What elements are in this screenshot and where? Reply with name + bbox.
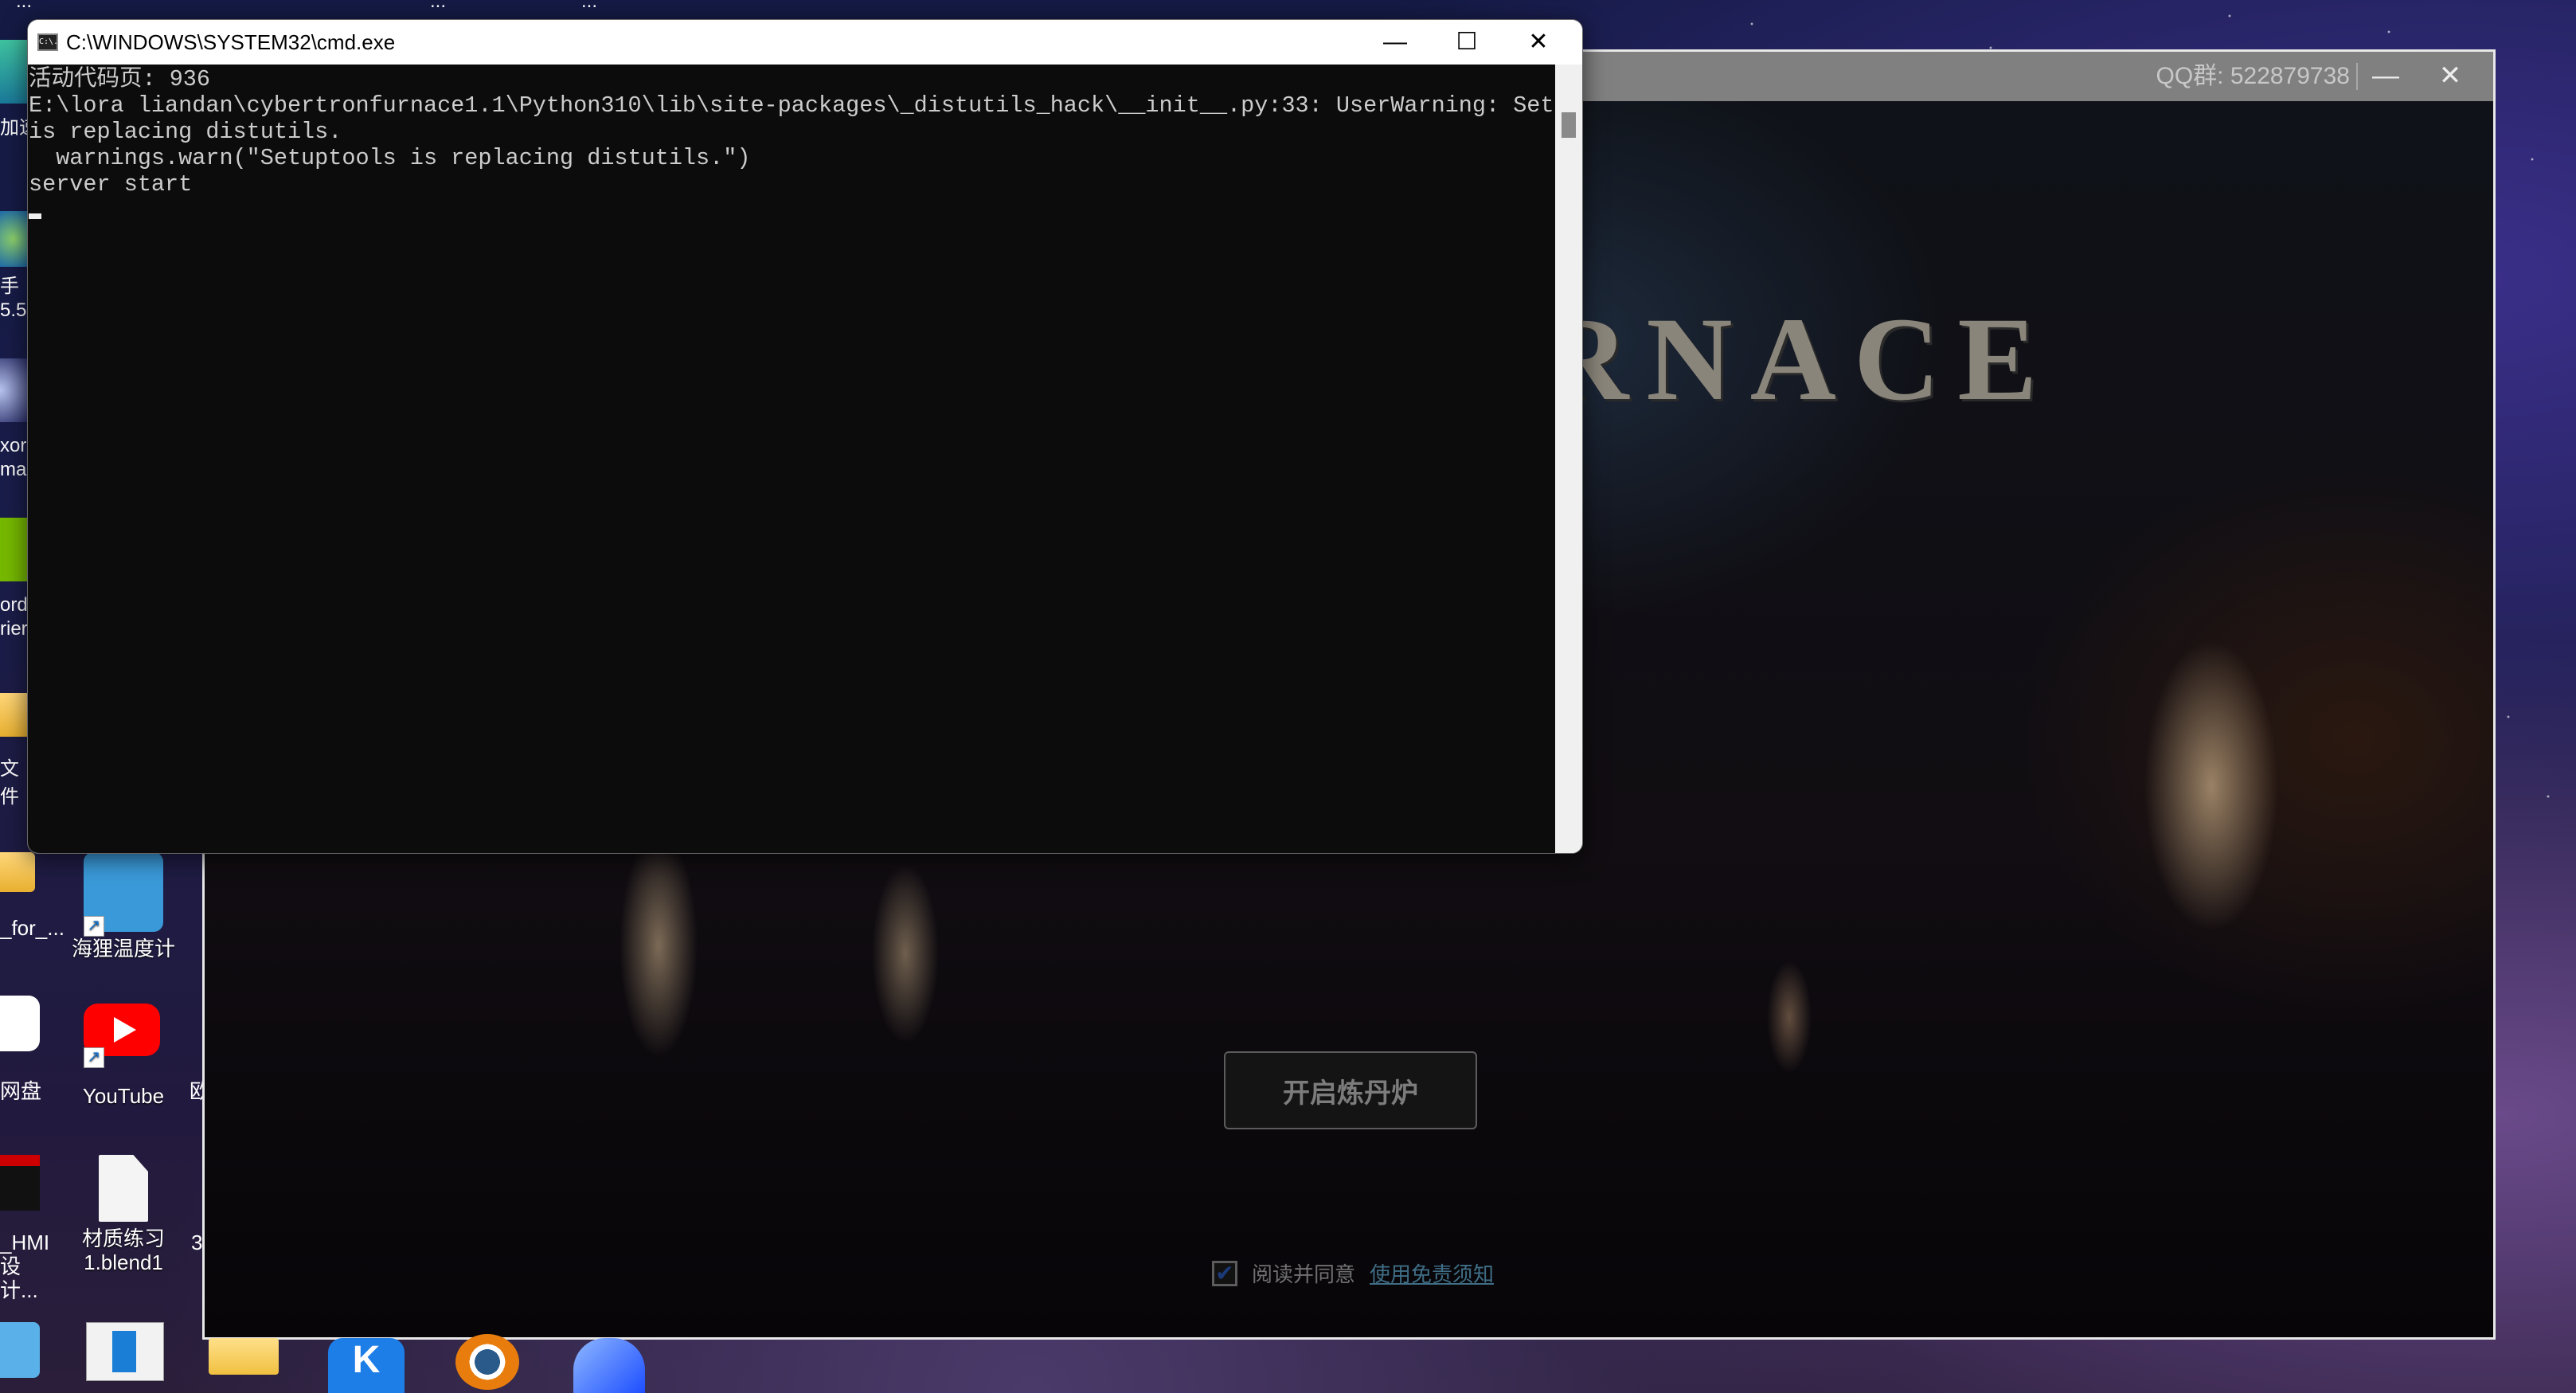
desktop-icon-blend-file[interactable]: 材质练习 1.blend1 [64,1155,183,1274]
nvidia-icon[interactable] [0,518,27,581]
desktop-icon-label: 文件 [0,758,19,808]
pdf-edge-icon[interactable] [0,1155,40,1211]
app-logo-text: RNACE [1542,293,2055,425]
desktop-icon-thermometer[interactable]: ↗ 海狸温度计 [64,852,183,961]
cmd-maximize-button[interactable]: ☐ [1431,20,1503,65]
agree-label: 阅读并同意 [1252,1262,1356,1286]
desktop-icon-label: _for_... [0,916,64,940]
desktop-partial-label: ... [16,0,33,12]
disclaimer-link[interactable]: 使用免责须知 [1370,1258,1494,1288]
file-icon [99,1155,148,1222]
folder-icon[interactable] [209,1338,279,1375]
cloud-drive-icon[interactable] [0,996,40,1051]
console-line: warnings.warn("Setuptools is replacing d… [29,145,751,171]
cmd-title-bar[interactable]: C:\. C:\WINDOWS\SYSTEM32\cmd.exe — ☐ ✕ [28,20,1582,65]
thermometer-app-icon: ↗ [84,852,163,937]
desktop-icon-label: 海狸温度计 [71,937,175,961]
console-line: 活动代码页: 936 [29,66,211,92]
app-minimize-button[interactable]: — [2370,57,2402,95]
cmd-window: C:\. C:\WINDOWS\SYSTEM32\cmd.exe — ☐ ✕ 活… [27,19,1583,854]
shortcut-arrow-icon: ↗ [84,916,104,937]
cmd-app-icon: C:\. [37,33,58,51]
agreement-row: ✔ 阅读并同意 使用免责须知 [1212,1258,1494,1288]
console-line: is replacing distutils. [29,119,342,145]
agree-checkbox[interactable]: ✔ [1212,1260,1237,1286]
desktop-icon-label: 欧 [190,1079,202,1103]
console-output[interactable]: 活动代码页: 936 E:\lora liandan\cybertronfurna… [28,65,1583,853]
desktop-icon-label: 网盘 [0,1079,42,1103]
desktop-icon-label: YouTube [82,1084,165,1108]
app-icon[interactable] [0,211,27,267]
app-close-button[interactable]: ✕ [2434,57,2466,95]
window-app-icon[interactable] [86,1322,164,1381]
desktop-icon-label: 3 [191,1231,202,1254]
cmd-minimize-button[interactable]: — [1359,20,1431,65]
start-furnace-button[interactable]: 开启炼丹炉 [1224,1051,1477,1129]
console-line: server start [29,171,193,198]
title-separator [2356,63,2358,90]
folder-icon[interactable] [0,693,27,737]
kuaishou-icon[interactable]: K [328,1338,405,1393]
text-cursor [29,213,41,219]
desktop-icon-label: 手 5.5 [0,276,27,321]
youtube-icon: ↗ [84,1000,163,1079]
qq-group-label: QQ群: 522879738 [2156,63,2350,89]
blender-icon[interactable] [455,1334,519,1390]
folder-icon[interactable] [0,852,35,892]
desktop-icon-youtube[interactable]: ↗ YouTube [64,1000,183,1108]
desktop-partial-label: ... [430,0,447,12]
cmd-close-button[interactable]: ✕ [1503,20,1574,65]
desktop-icon-label: _HMI 设计... [0,1231,50,1302]
checkmark-icon: ✔ [1215,1260,1234,1285]
cmd-scrollbar[interactable] [1555,65,1582,853]
desktop-icon-label: xor ma [0,435,27,480]
desktop-partial-label: ... [581,0,598,12]
cmd-title: C:\WINDOWS\SYSTEM32\cmd.exe [66,30,396,54]
console-line: E:\lora liandan\cybertronfurnace1.1\Pyth… [29,92,1583,119]
accelerator-app-icon[interactable] [0,40,27,104]
scrollbar-thumb[interactable] [1562,112,1576,138]
shortcut-arrow-icon: ↗ [84,1047,104,1068]
workflow-app-icon[interactable] [0,1322,40,1378]
desktop-icon-label: ord rier [0,594,27,640]
app-icon[interactable] [0,358,27,422]
cloud-app-icon[interactable] [573,1338,645,1393]
desktop-icon-label: 材质练习 1.blend1 [81,1227,165,1274]
